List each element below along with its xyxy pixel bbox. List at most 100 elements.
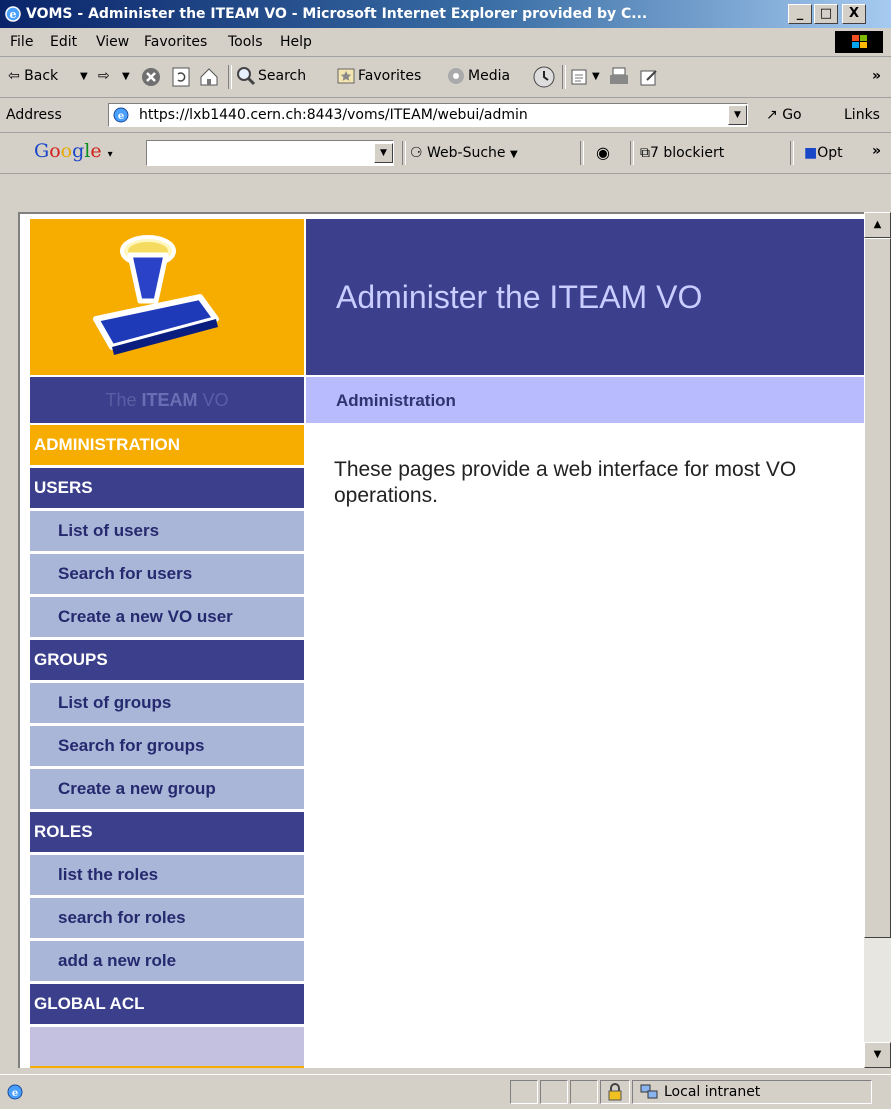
page-header: Administer the ITEAM VO xyxy=(306,219,864,375)
search-button[interactable]: Search xyxy=(258,68,306,84)
print-icon[interactable] xyxy=(608,66,630,88)
nav-global-acl[interactable]: GLOBAL ACL xyxy=(30,984,304,1024)
favorites-button[interactable]: Favorites xyxy=(358,68,421,84)
options-icon: ■ xyxy=(804,145,818,161)
menu-tools[interactable]: Tools xyxy=(228,34,263,50)
maximize-button[interactable]: □ xyxy=(814,4,838,24)
svg-text:e: e xyxy=(12,1088,18,1099)
nav-bottom-strip xyxy=(30,1066,304,1068)
status-pane-lock xyxy=(600,1080,630,1104)
popup-blocker-icon: ⧉ xyxy=(640,145,650,161)
nav-users[interactable]: USERS xyxy=(30,468,304,508)
section-title: Administration xyxy=(336,391,456,410)
nav-list-users[interactable]: List of users xyxy=(30,511,304,551)
google-search-dropdown[interactable]: ▼ xyxy=(374,143,393,163)
go-button[interactable]: ↗ Go xyxy=(766,107,802,123)
media-icon xyxy=(448,68,464,84)
nav-list-groups[interactable]: List of groups xyxy=(30,683,304,723)
google-search-input[interactable] xyxy=(146,140,394,166)
websearch-label: Web-Suche xyxy=(427,145,506,161)
ie-logo-icon: e xyxy=(5,6,21,22)
nav-create-user[interactable]: Create a new VO user xyxy=(30,597,304,637)
minimize-button[interactable]: _ xyxy=(788,4,812,24)
menu-bar: File Edit View Favorites Tools Help xyxy=(0,28,891,57)
google-options-button[interactable]: ■Opt xyxy=(804,145,843,161)
edit-icon[interactable] xyxy=(638,66,660,88)
address-url: https://lxb1440.cern.ch:8443/voms/ITEAM/… xyxy=(139,107,528,123)
page-status-icon: e xyxy=(7,1084,23,1100)
links-button[interactable]: Links xyxy=(844,107,880,123)
forward-dropdown-icon[interactable]: ▼ xyxy=(122,71,130,82)
address-bar: Address e https://lxb1440.cern.ch:8443/v… xyxy=(0,98,891,133)
back-button[interactable]: ⇦ Back xyxy=(8,68,58,84)
nav-list-roles[interactable]: list the roles xyxy=(30,855,304,895)
close-button[interactable]: X xyxy=(842,4,866,24)
menu-favorites[interactable]: Favorites xyxy=(144,34,207,50)
window-titlebar: e VOMS - Administer the ITEAM VO - Micro… xyxy=(0,0,891,28)
address-input[interactable]: e https://lxb1440.cern.ch:8443/voms/ITEA… xyxy=(108,103,748,127)
window-title: VOMS - Administer the ITEAM VO - Microso… xyxy=(26,6,648,22)
address-label: Address xyxy=(6,107,62,123)
stamp-logo xyxy=(93,235,219,355)
nav-roles[interactable]: ROLES xyxy=(30,812,304,852)
favorites-icon xyxy=(337,68,355,84)
refresh-icon[interactable] xyxy=(170,66,192,88)
nav-groups[interactable]: GROUPS xyxy=(30,640,304,680)
nav-create-group[interactable]: Create a new group xyxy=(30,769,304,809)
history-icon[interactable] xyxy=(532,65,556,89)
back-dropdown-icon[interactable]: ▼ xyxy=(80,71,88,82)
address-dropdown-button[interactable]: ▼ xyxy=(728,105,747,125)
intranet-icon xyxy=(640,1084,658,1099)
google-logo[interactable]: Google ▾ xyxy=(34,140,113,162)
security-zone-label: Local intranet xyxy=(664,1084,761,1100)
status-pane-progress xyxy=(510,1080,538,1104)
websearch-button[interactable]: ⚆ Web-Suche ▼ xyxy=(410,145,518,161)
page-title: Administer the ITEAM VO xyxy=(336,279,703,315)
google-more-button[interactable]: » xyxy=(872,143,881,159)
home-icon[interactable] xyxy=(198,66,220,88)
svg-text:e: e xyxy=(118,111,124,122)
scroll-up-button[interactable]: ▲ xyxy=(864,212,891,238)
nav-search-roles[interactable]: search for roles xyxy=(30,898,304,938)
media-button[interactable]: Media xyxy=(468,68,510,84)
forward-button[interactable]: ⇨ xyxy=(98,68,110,84)
lock-icon[interactable] xyxy=(607,1083,623,1101)
menu-edit[interactable]: Edit xyxy=(50,34,77,50)
nav-add-role[interactable]: add a new role xyxy=(30,941,304,981)
menu-file[interactable]: File xyxy=(10,34,33,50)
binoculars-icon: ⚆ xyxy=(410,145,423,161)
standard-toolbar: ⇦ Back ▼ ⇨ ▼ Search Favorites Media ▼ » xyxy=(0,57,891,98)
vo-label-name: ITEAM xyxy=(141,390,198,410)
windows-flag-icon xyxy=(835,31,883,53)
scroll-thumb[interactable] xyxy=(864,238,891,938)
status-pane-empty xyxy=(540,1080,568,1104)
popup-blocker-label: 7 blockiert xyxy=(650,145,725,161)
options-label: Opt xyxy=(817,145,843,161)
nav-search-groups[interactable]: Search for groups xyxy=(30,726,304,766)
scroll-down-button[interactable]: ▼ xyxy=(864,1042,891,1068)
mail-dropdown-icon[interactable]: ▼ xyxy=(592,71,600,82)
menu-help[interactable]: Help xyxy=(280,34,312,50)
search-icon xyxy=(237,67,256,86)
section-header: Administration xyxy=(306,377,864,423)
status-bar: e Local intranet xyxy=(0,1074,891,1109)
pagerank-icon[interactable]: ◉ xyxy=(596,143,610,162)
page-viewport: Administer the ITEAM VO The ITEAM VO Adm… xyxy=(18,212,864,1068)
globe-icon: e xyxy=(113,107,129,123)
stop-icon[interactable] xyxy=(140,66,162,88)
nav-administration[interactable]: ADMINISTRATION xyxy=(30,425,304,465)
mail-icon[interactable] xyxy=(570,66,592,88)
nav-search-users[interactable]: Search for users xyxy=(30,554,304,594)
vo-label-suffix: VO xyxy=(202,390,229,410)
logo-cell xyxy=(30,219,304,375)
vo-label: The ITEAM VO xyxy=(30,377,304,423)
go-label: Go xyxy=(782,107,802,123)
vertical-scrollbar[interactable]: ▲ ▼ xyxy=(864,212,891,1068)
toolbar-more-button[interactable]: » xyxy=(872,68,881,84)
nav-filler xyxy=(30,1027,304,1068)
go-arrow-icon: ↗ xyxy=(766,107,778,123)
popup-blocker-button[interactable]: ⧉7 blockiert xyxy=(640,145,724,161)
intro-text: These pages provide a web interface for … xyxy=(334,458,797,507)
menu-view[interactable]: View xyxy=(96,34,129,50)
vo-label-prefix: The xyxy=(105,390,137,410)
